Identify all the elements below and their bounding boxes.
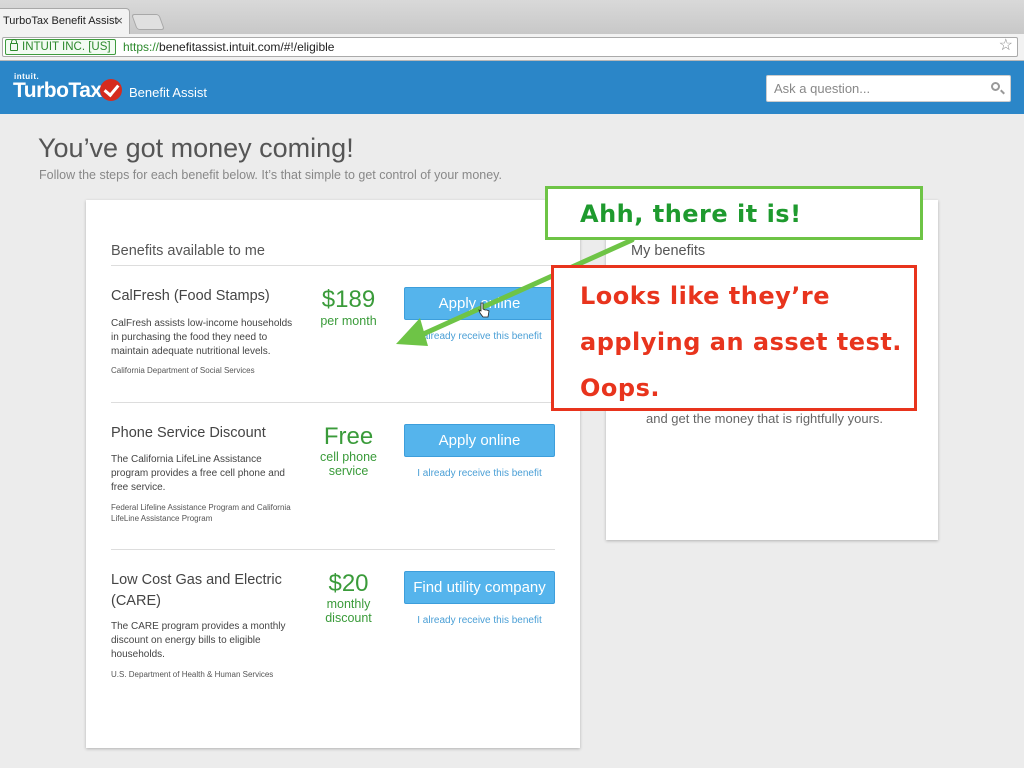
benefit-agency: Federal Lifeline Assistance Program and … [111, 503, 291, 523]
annotation-callout-green: Ahh, there it is! [545, 186, 923, 240]
page-subtitle: Follow the steps for each benefit below.… [39, 168, 502, 182]
url-path: benefitassist.intuit.com/#!/eligible [159, 40, 335, 54]
url-scheme: https:// [123, 40, 160, 54]
benefit-description: CalFresh assists low-income households i… [111, 318, 293, 357]
benefit-name: Phone Service Discount [111, 425, 266, 441]
page-title: You’ve got money coming! [38, 133, 354, 163]
app-header: intuit. TurboTax Benefit Assist [0, 61, 1024, 114]
turbotax-logo[interactable]: TurboTax [13, 79, 102, 103]
search-input[interactable] [767, 76, 977, 101]
benefit-name: Low Cost Gas and Electric (CARE) [111, 572, 282, 609]
apply-online-button[interactable]: Apply online [404, 424, 555, 457]
annotation-callout-red: Looks like they’re applying an asset tes… [551, 265, 917, 411]
browser-tab-bar: TurboTax Benefit Assist × [0, 0, 1024, 34]
benefit-agency: U.S. Department of Health & Human Servic… [111, 670, 274, 679]
url-text[interactable]: https://benefitassist.intuit.com/#!/elig… [123, 38, 334, 56]
divider [111, 549, 555, 550]
benefit-period: monthly discount [325, 597, 372, 625]
benefit-description: The CARE program provides a monthly disc… [111, 621, 286, 660]
lock-icon [10, 39, 18, 51]
already-receive-link[interactable]: I already receive this benefit [404, 331, 555, 342]
benefit-name: CalFresh (Food Stamps) [111, 288, 270, 304]
my-benefits-text: and get the money that is rightfully you… [646, 411, 884, 426]
already-receive-link[interactable]: I already receive this benefit [404, 615, 555, 626]
benefit-amount: $189 [321, 286, 376, 313]
annotation-text: applying an asset test. [580, 328, 902, 356]
search-box [766, 75, 1011, 102]
benefits-available-card: Benefits available to me CalFresh (Food … [86, 200, 580, 748]
ev-certificate-badge[interactable]: INTUIT INC. [US] [5, 39, 116, 55]
new-tab-button[interactable] [131, 14, 165, 30]
url-field[interactable]: INTUIT INC. [US] https://benefitassist.i… [2, 37, 1018, 57]
divider [111, 402, 555, 403]
already-receive-link[interactable]: I already receive this benefit [404, 468, 555, 479]
card-title: Benefits available to me [111, 243, 265, 259]
address-bar: INTUIT INC. [US] https://benefitassist.i… [0, 34, 1024, 61]
tab-title: TurboTax Benefit Assist [3, 15, 118, 27]
annotation-text: Ahh, there it is! [580, 200, 802, 228]
find-utility-company-button[interactable]: Find utility company [404, 571, 555, 604]
browser-tab[interactable]: TurboTax Benefit Assist × [0, 8, 130, 34]
benefit-amount: Free [323, 423, 374, 450]
annotation-text: Oops. [580, 374, 660, 402]
bookmark-star-icon[interactable]: ☆ [999, 37, 1013, 55]
annotation-text: Looks like they’re [580, 282, 830, 310]
benefit-agency: California Department of Social Services [111, 366, 255, 375]
search-icon[interactable] [991, 82, 1000, 91]
divider [111, 265, 555, 266]
product-name: Benefit Assist [129, 85, 208, 100]
benefit-description: The California LifeLine Assistance progr… [111, 454, 285, 493]
benefit-period: per month [320, 314, 377, 328]
card-title: My benefits [631, 243, 706, 259]
ev-certificate-label: INTUIT INC. [US] [22, 41, 111, 53]
tab-close-icon[interactable]: × [115, 9, 123, 33]
checkmark-logo-icon [100, 79, 122, 101]
benefit-amount: $20 [328, 570, 369, 597]
hand-cursor-icon [478, 302, 490, 318]
benefit-period: cell phone service [320, 450, 377, 478]
